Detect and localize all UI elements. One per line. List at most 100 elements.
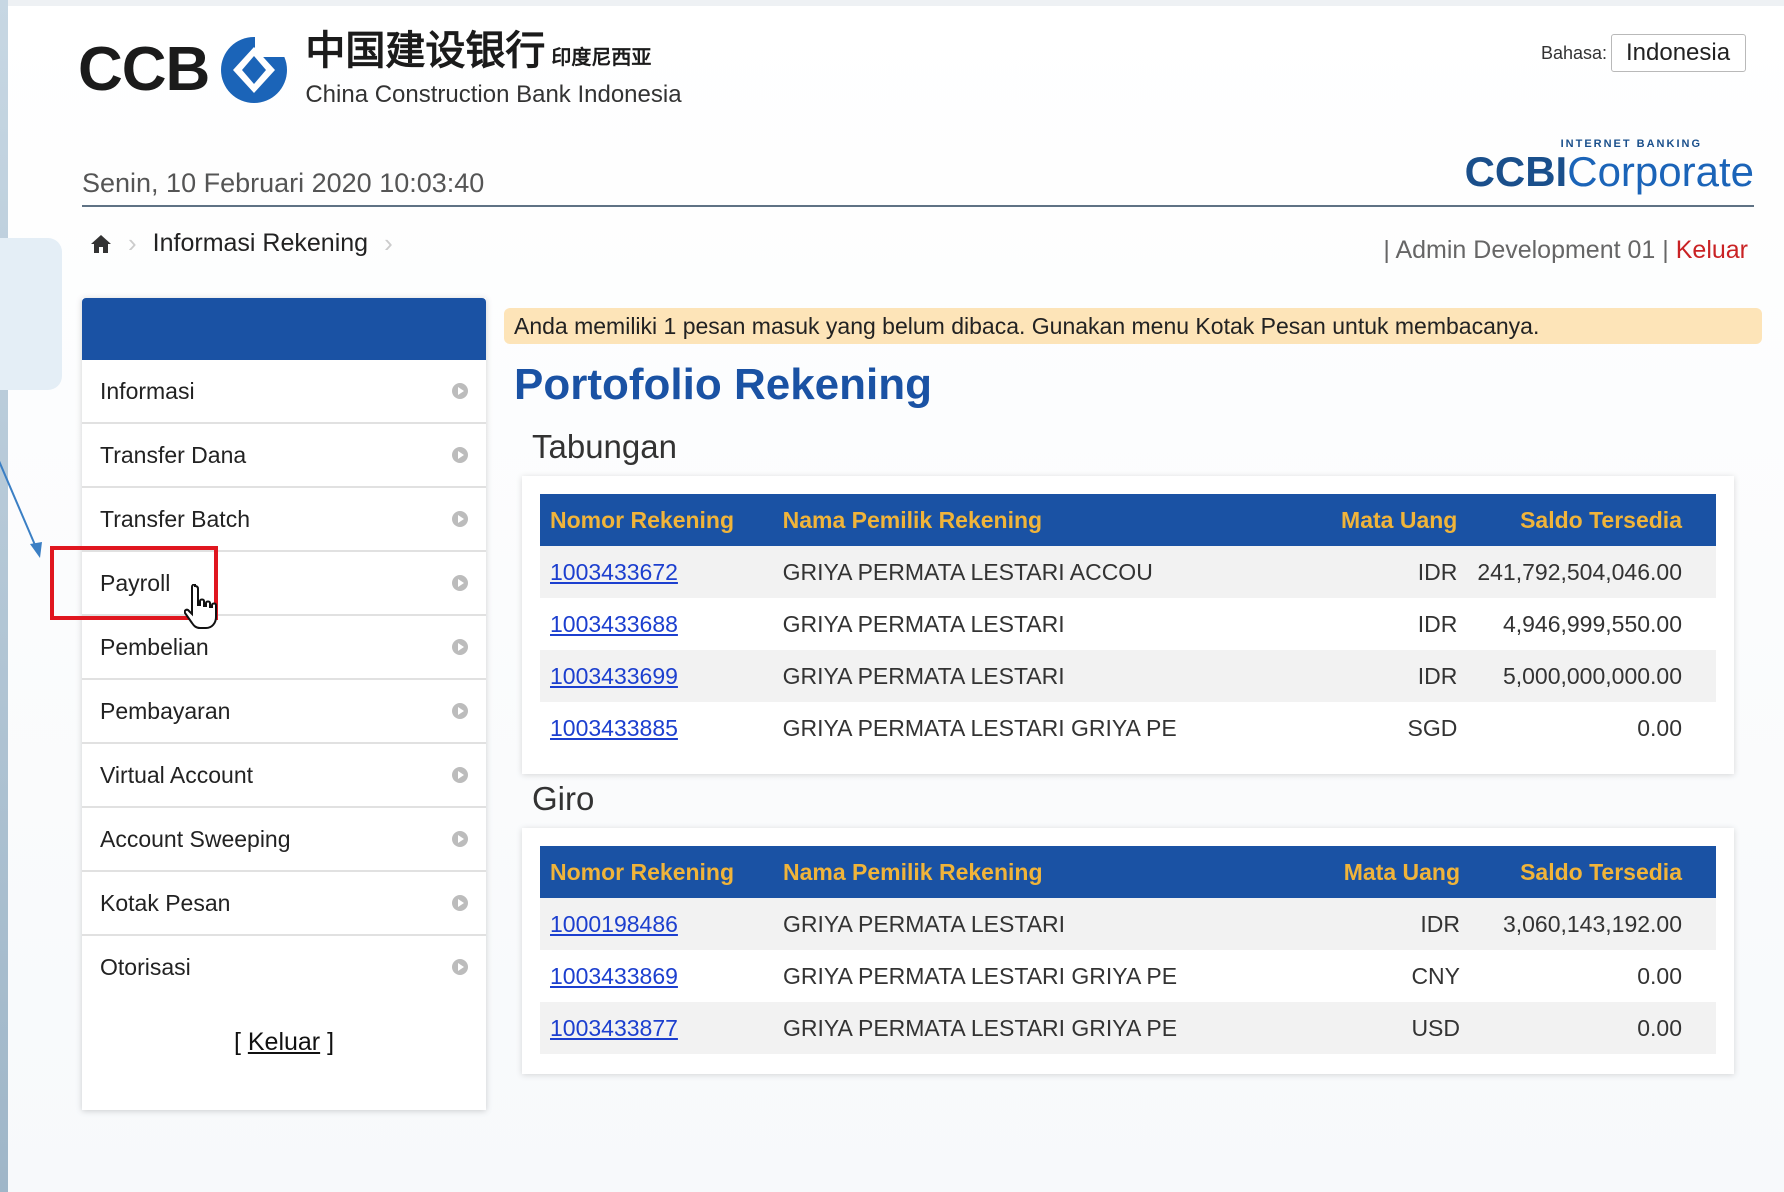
column-header-number: Nomor Rekening [540,846,773,898]
account-holder-name: GRIYA PERMATA LESTARI [783,910,1066,937]
sidebar-item-pembayaran[interactable]: Pembayaran [82,680,486,744]
home-icon[interactable] [90,233,112,255]
logo-chinese-sub: 印度尼西亚 [551,47,652,69]
sidebar-item-label: Transfer Batch [100,505,250,532]
sidebar-item-informasi[interactable]: Informasi [82,360,486,424]
account-holder-name: GRIYA PERMATA LESTARI [782,610,1065,637]
chevron-right-icon [452,383,468,399]
sidebar-logout[interactable]: [ Keluar ] [82,1028,486,1057]
account-balance: 4,946,999,550.00 [1502,610,1682,637]
account-currency: USD [1411,1014,1460,1041]
column-header-balance: Saldo Tersedia [1470,846,1716,898]
sidebar-item-transfer-batch[interactable]: Transfer Batch [82,488,486,552]
table-row: 1000198486 GRIYA PERMATA LESTARI IDR 3,0… [540,898,1716,950]
logo-ccb-text: CCB [78,35,210,104]
account-currency: IDR [1417,558,1458,585]
breadcrumb: › Informasi Rekening › [90,228,393,259]
chevron-right-icon [452,575,468,591]
logo-chinese-name: 中国建设银行 印度尼西亚 [305,29,652,73]
column-header-currency: Mata Uang [1263,846,1470,898]
account-currency: IDR [1417,662,1458,689]
account-balance: 241,792,504,046.00 [1477,558,1682,585]
sidebar-item-otorisasi[interactable]: Otorisasi [82,936,486,998]
current-datetime: Senin, 10 Februari 2020 10:03:40 [82,168,485,198]
account-number-link[interactable]: 1003433885 [550,715,678,741]
chevron-right-icon [452,639,468,655]
account-holder-name: GRIYA PERMATA LESTARI GRIYA PE [783,962,1178,989]
table-row: 1003433877 GRIYA PERMATA LESTARI GRIYA P… [540,1002,1716,1054]
sidebar-menu: Informasi Transfer Dana Transfer Batch P… [82,298,486,1110]
account-balance: 0.00 [1637,962,1682,989]
account-holder-name: GRIYA PERMATA LESTARI GRIYA PE [782,714,1177,741]
user-separator: | [1383,236,1390,264]
sidebar-item-label: Kotak Pesan [100,889,231,916]
account-balance: 0.00 [1637,1014,1682,1041]
column-header-currency: Mata Uang [1260,494,1468,546]
chevron-right-icon [452,511,468,527]
table-header-row: Nomor Rekening Nama Pemilik Rekening Mat… [540,846,1716,898]
account-holder-name: GRIYA PERMATA LESTARI ACCOU [782,558,1153,585]
account-balance: 5,000,000,000.00 [1502,662,1682,689]
table-row: 1003433672 GRIYA PERMATA LESTARI ACCOU I… [540,546,1716,598]
language-select[interactable]: Indonesia [1611,34,1746,72]
account-balance: 3,060,143,192.00 [1502,910,1682,937]
account-currency: IDR [1417,610,1458,637]
sidebar-item-virtual-account[interactable]: Virtual Account [82,744,486,808]
table-row: 1003433869 GRIYA PERMATA LESTARI GRIYA P… [540,950,1716,1002]
sidebar-item-label: Account Sweeping [100,825,291,852]
annotation-arrow-icon [0,460,42,558]
user-name: Admin Development 01 [1395,236,1656,264]
sidebar-item-label: Pembelian [100,633,209,660]
sidebar-item-account-sweeping[interactable]: Account Sweeping [82,808,486,872]
sidebar-header [82,298,486,360]
giro-table: Nomor Rekening Nama Pemilik Rekening Mat… [540,846,1716,1054]
column-header-name: Nama Pemilik Rekening [773,846,1263,898]
account-holder-name: GRIYA PERMATA LESTARI GRIYA PE [783,1014,1178,1041]
table-row: 1003433699 GRIYA PERMATA LESTARI IDR 5,0… [540,650,1716,702]
ccb-logo-icon [221,34,292,103]
account-number-link[interactable]: 1003433877 [550,1015,678,1041]
giro-section-title: Giro [532,780,595,817]
chevron-right-icon [452,447,468,463]
sidebar-item-label: Virtual Account [100,761,254,788]
brand-ccbi: CCBI [1464,148,1568,195]
sidebar-item-kotak-pesan[interactable]: Kotak Pesan [82,872,486,936]
chevron-right-icon [452,895,468,911]
chevron-right-icon [452,959,468,975]
tabungan-section-title: Tabungan [532,428,677,465]
account-number-link[interactable]: 1003433699 [550,663,678,689]
column-header-name: Nama Pemilik Rekening [772,494,1261,546]
chevron-right-icon [452,703,468,719]
user-bar: | Admin Development 01 | Keluar [1383,236,1748,265]
account-number-link[interactable]: 1003433672 [550,559,678,585]
sidebar-item-transfer-dana[interactable]: Transfer Dana [82,424,486,488]
page-title: Portofolio Rekening [514,360,932,409]
sidebar-logout-label[interactable]: Keluar [248,1028,320,1056]
left-edge-strip [0,0,8,1192]
chevron-right-icon [452,831,468,847]
table-header-row: Nomor Rekening Nama Pemilik Rekening Mat… [540,494,1716,546]
account-currency: IDR [1420,910,1460,937]
logout-link[interactable]: Keluar [1676,236,1748,264]
sidebar-item-label: Pembayaran [100,697,231,724]
logo-english-name: China Construction Bank Indonesia [305,81,682,108]
sidebar-item-pembelian[interactable]: Pembelian [82,616,486,680]
giro-panel: Nomor Rekening Nama Pemilik Rekening Mat… [522,828,1734,1074]
column-header-number: Nomor Rekening [540,494,773,546]
tabungan-panel: Nomor Rekening Nama Pemilik Rekening Mat… [522,476,1734,774]
hand-cursor-icon [184,584,217,629]
account-number-link[interactable]: 1003433869 [550,963,678,989]
account-balance: 0.00 [1637,714,1682,741]
account-number-link[interactable]: 1000198486 [550,911,678,937]
language-selector: Bahasa: Indonesia [1541,34,1746,72]
account-number-link[interactable]: 1003433688 [550,611,678,637]
column-header-balance: Saldo Tersedia [1467,494,1716,546]
sidebar-item-label: Informasi [100,377,195,404]
account-holder-name: GRIYA PERMATA LESTARI [782,662,1065,689]
account-currency: SGD [1407,714,1458,741]
unread-message-notice: Anda memiliki 1 pesan masuk yang belum d… [504,308,1762,344]
language-label: Bahasa: [1540,42,1607,63]
breadcrumb-separator: › [128,228,137,258]
breadcrumb-current: Informasi Rekening [152,229,369,257]
bank-logo[interactable]: CCB 中国建设银行 印度尼西亚 China Construction Bank … [78,30,682,109]
